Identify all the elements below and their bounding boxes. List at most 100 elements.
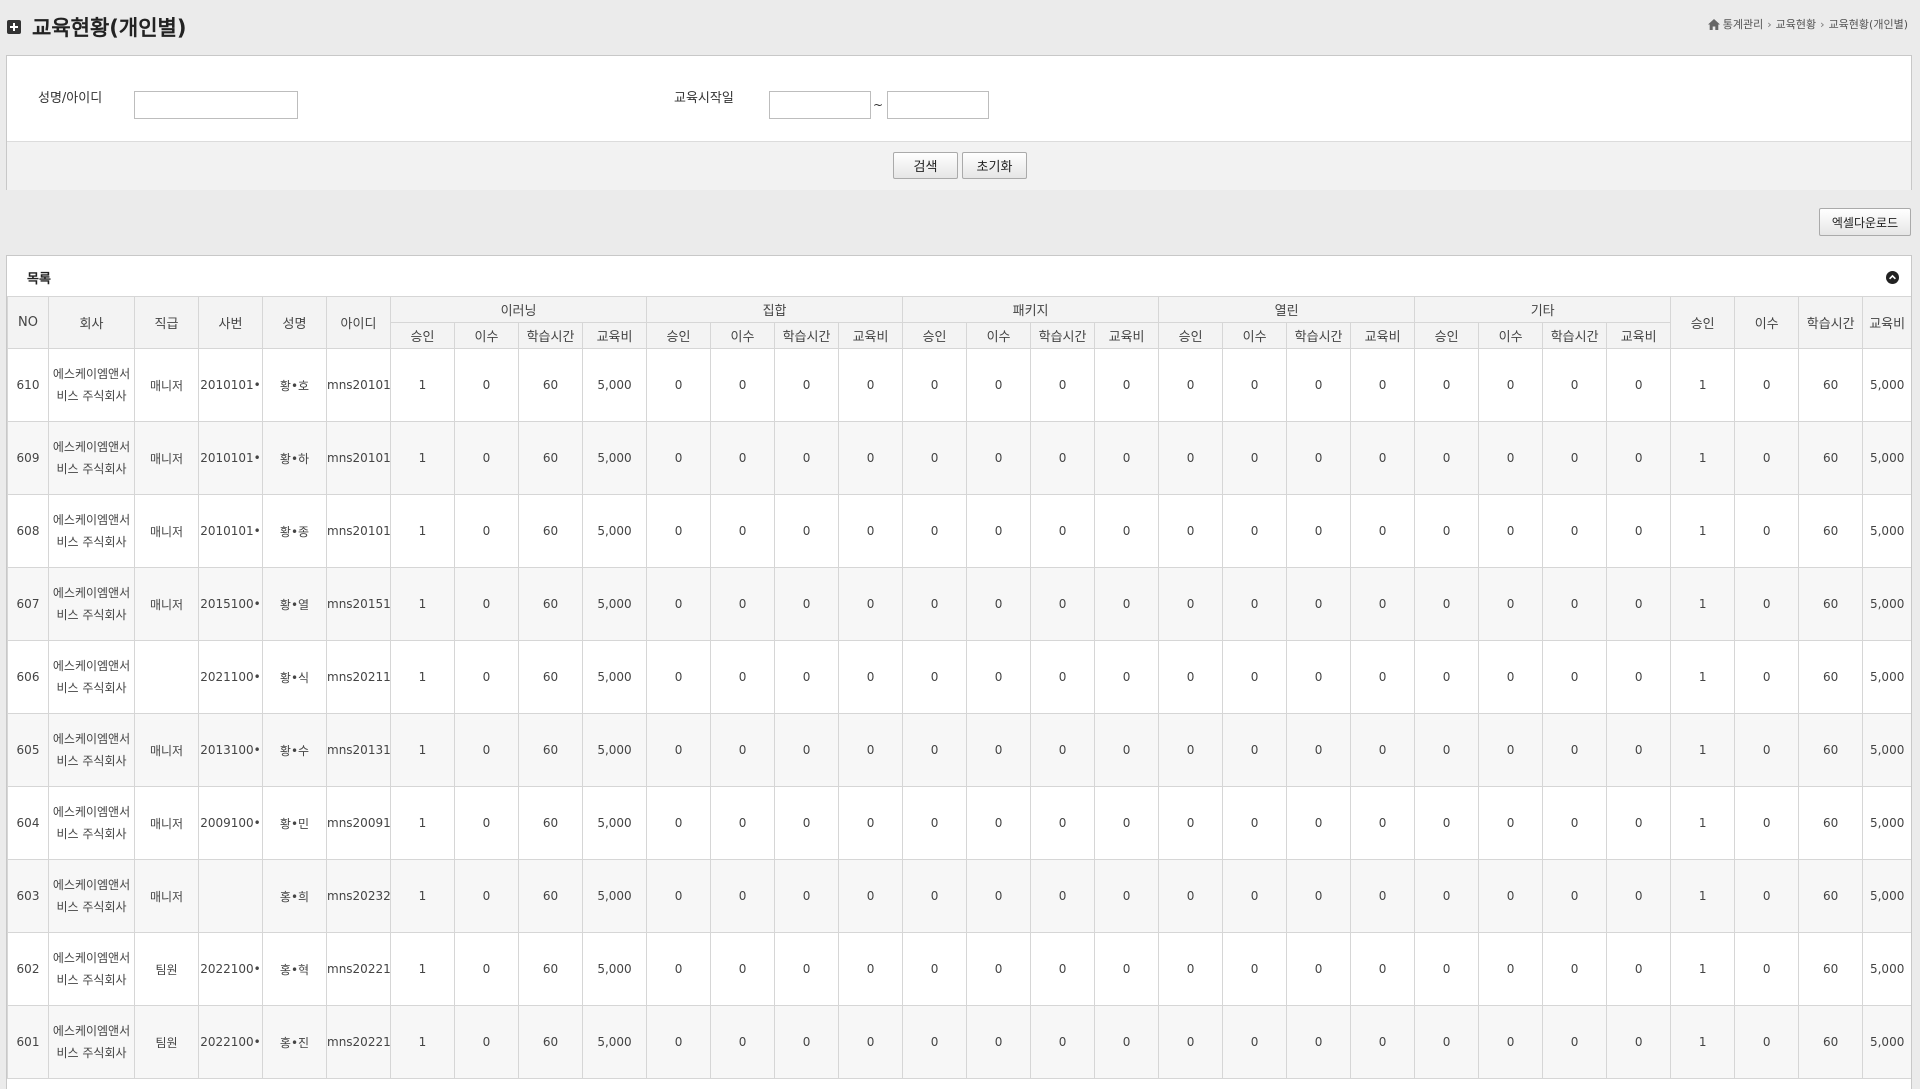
cell-no: 603 <box>7 859 49 933</box>
table-row[interactable]: 605 에스케이엠앤서비스 주식회사 매니저 2013100• 황•수 mns20131 1… <box>7 713 1911 787</box>
cell-company: 에스케이엠앤서비스 주식회사 <box>48 932 135 1006</box>
cell-value: 0 <box>966 713 1032 787</box>
table-row[interactable]: 609 에스케이엠앤서비스 주식회사 매니저 2010101• 황•하 mns20101 1… <box>7 421 1911 495</box>
start-date-from-input[interactable] <box>769 91 871 119</box>
cell-value: 60 <box>1798 567 1864 641</box>
home-icon[interactable] <box>1707 18 1720 30</box>
cell-value: 0 <box>454 1005 519 1079</box>
cell-value: 1 <box>1670 640 1736 714</box>
cell-value: 0 <box>1734 932 1800 1006</box>
header-completed: 이수 <box>966 322 1032 349</box>
cell-value: 0 <box>1478 421 1544 495</box>
table-row[interactable]: 610 에스케이엠앤서비스 주식회사 매니저 2010101• 황•호 mns20101 1… <box>7 348 1911 422</box>
cell-value: 0 <box>774 348 840 422</box>
cell-value: 0 <box>1606 567 1672 641</box>
table-row[interactable]: 601 에스케이엠앤서비스 주식회사 팀원 2022100• 홍•진 mns20221 1 0… <box>7 1005 1911 1079</box>
cell-id: mns20151 <box>326 567 391 641</box>
table-row[interactable]: 604 에스케이엠앤서비스 주식회사 매니저 2009100• 황•민 mns20091 1… <box>7 786 1911 860</box>
cell-value: 0 <box>902 567 968 641</box>
cell-value: 0 <box>1158 421 1224 495</box>
table-row[interactable]: 607 에스케이엠앤서비스 주식회사 매니저 2015100• 황•열 mns20151 1… <box>7 567 1911 641</box>
cell-value: 0 <box>1478 567 1544 641</box>
cell-value: 0 <box>1478 348 1544 422</box>
cell-value: 1 <box>1670 932 1736 1006</box>
cell-value: 60 <box>518 713 583 787</box>
cell-value: 0 <box>1094 640 1160 714</box>
cell-value: 0 <box>1030 713 1096 787</box>
cell-value: 0 <box>646 859 712 933</box>
cell-value: 0 <box>1542 1005 1608 1079</box>
cell-id: mns20221 <box>326 932 391 1006</box>
cell-value: 0 <box>1606 1005 1672 1079</box>
table-row[interactable]: 608 에스케이엠앤서비스 주식회사 매니저 2010101• 황•종 mns20101 1… <box>7 494 1911 568</box>
cell-value: 5,000 <box>581 1005 648 1079</box>
cell-value: 0 <box>966 786 1032 860</box>
cell-company: 에스케이엠앤서비스 주식회사 <box>48 1005 135 1079</box>
search-actions: 검색 초기화 <box>7 141 1911 190</box>
cell-name: 홍•진 <box>262 1005 327 1079</box>
cell-value: 0 <box>1286 1005 1352 1079</box>
cell-position: 팀원 <box>134 1005 199 1079</box>
cell-value: 0 <box>1158 640 1224 714</box>
cell-value: 0 <box>1158 567 1224 641</box>
table-row[interactable]: 602 에스케이엠앤서비스 주식회사 팀원 2022100• 홍•혁 mns20221 1 0… <box>7 932 1911 1006</box>
cell-emp-no: 2009100• <box>198 786 263 860</box>
cell-id: mns20091 <box>326 786 391 860</box>
header-company: 회사 <box>48 296 135 349</box>
cell-value: 0 <box>966 859 1032 933</box>
cell-value: 0 <box>1414 421 1480 495</box>
cell-value: 0 <box>1350 640 1416 714</box>
cell-value: 0 <box>454 494 519 568</box>
circle-chevron-up-icon[interactable] <box>1886 271 1899 284</box>
cell-emp-no: 2022100• <box>198 1005 263 1079</box>
table-row[interactable]: 603 에스케이엠앤서비스 주식회사 매니저 홍•희 mns20232 1 0 60 5,000… <box>7 859 1911 933</box>
cell-value: 0 <box>646 567 712 641</box>
cell-value: 0 <box>902 421 968 495</box>
cell-value: 0 <box>1606 348 1672 422</box>
cell-value: 0 <box>1030 421 1096 495</box>
cell-value: 0 <box>838 421 904 495</box>
cell-value: 0 <box>454 932 519 1006</box>
cell-value: 1 <box>390 567 455 641</box>
cell-name: 황•수 <box>262 713 327 787</box>
cell-value: 0 <box>1734 859 1800 933</box>
cell-value: 60 <box>518 494 583 568</box>
breadcrumb-item-edu-status[interactable]: 교육현황 <box>1776 16 1816 32</box>
cell-value: 0 <box>1222 421 1288 495</box>
excel-download-button[interactable]: 엑셀다운로드 <box>1819 208 1911 236</box>
cell-value: 0 <box>966 640 1032 714</box>
cell-value: 0 <box>838 932 904 1006</box>
cell-value: 0 <box>838 786 904 860</box>
breadcrumb: 통계관리 › 교육현황 › 교육현황(개인별) <box>1707 16 1908 32</box>
cell-company: 에스케이엠앤서비스 주식회사 <box>48 713 135 787</box>
cell-no: 602 <box>7 932 49 1006</box>
cell-value: 0 <box>902 859 968 933</box>
cell-no: 610 <box>7 348 49 422</box>
cell-value: 5,000 <box>581 348 648 422</box>
page-title: 교육현황(개인별) <box>32 16 187 40</box>
chevron-right-icon: › <box>1767 17 1772 31</box>
reset-button[interactable]: 초기화 <box>962 152 1027 179</box>
cell-value: 0 <box>1286 494 1352 568</box>
cell-value: 0 <box>966 1005 1032 1079</box>
cell-value: 0 <box>1542 713 1608 787</box>
cell-value: 0 <box>1286 713 1352 787</box>
cell-value: 0 <box>1030 348 1096 422</box>
cell-value: 0 <box>966 494 1032 568</box>
cell-position <box>134 640 199 714</box>
name-id-input[interactable] <box>134 91 298 119</box>
cell-value: 1 <box>390 859 455 933</box>
cell-value: 0 <box>1478 786 1544 860</box>
cell-value: 0 <box>1542 786 1608 860</box>
table-row[interactable]: 606 에스케이엠앤서비스 주식회사 2021100• 황•식 mns20211 1 0 60… <box>7 640 1911 714</box>
start-date-to-input[interactable] <box>887 91 989 119</box>
cell-value: 0 <box>1414 1005 1480 1079</box>
search-button[interactable]: 검색 <box>893 152 958 179</box>
cell-value: 0 <box>1542 859 1608 933</box>
cell-value: 1 <box>390 640 455 714</box>
cell-value: 0 <box>1350 786 1416 860</box>
cell-value: 0 <box>1350 567 1416 641</box>
breadcrumb-item-stats[interactable]: 통계관리 <box>1723 16 1763 32</box>
cell-value: 60 <box>518 786 583 860</box>
cell-value: 0 <box>1350 1005 1416 1079</box>
